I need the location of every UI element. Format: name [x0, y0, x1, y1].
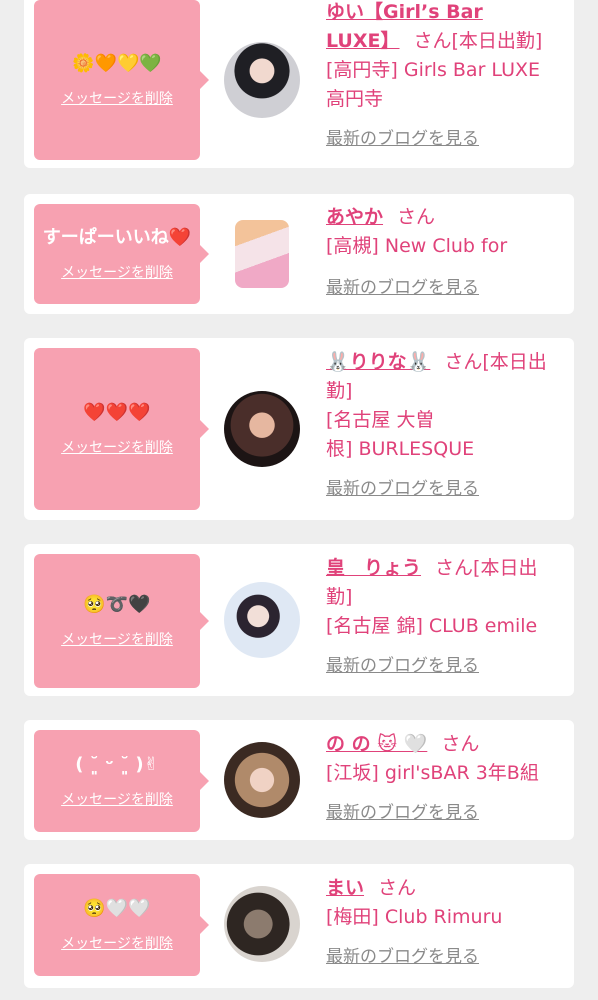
delete-message-link[interactable]: メッセージを削除	[61, 437, 173, 457]
cast-card: ❤️❤️❤️ メッセージを削除 🐰りりな🐰 さん[本日出 勤] [名古屋 大曽 根…	[24, 338, 574, 520]
message-text: ( ˘͈ ᵕ ˘͈ )✌	[75, 754, 159, 775]
avatar[interactable]	[224, 886, 300, 962]
delete-message-link[interactable]: メッセージを削除	[61, 789, 173, 809]
honorific: さん	[413, 30, 452, 52]
honorific: さん	[444, 351, 483, 373]
shop-text: [江坂] girl'sBAR 3年B組	[326, 762, 539, 784]
cast-card: すーぱーいいね❤️ メッセージを削除 あやか さん [高槻] New Club f…	[24, 194, 574, 314]
avatar[interactable]	[224, 582, 300, 658]
message-text: 🌼🧡💛💚	[72, 53, 162, 74]
honorific: さん	[397, 206, 436, 228]
avatar[interactable]	[224, 42, 300, 118]
shop-text: [名古屋 錦] CLUB emile	[326, 615, 538, 637]
cast-name-link[interactable]: あやか	[326, 206, 383, 228]
message-bubble: 🥺🤍🤍 メッセージを削除	[34, 874, 209, 976]
message-text: 🥺➰🖤	[83, 594, 151, 615]
shop-text: [高円寺] Girls Bar LUXE	[326, 59, 540, 81]
cast-name-link[interactable]: 🐰りりな🐰	[326, 351, 430, 373]
message-bubble: 🥺➰🖤 メッセージを削除	[34, 554, 209, 688]
cast-card: 🌼🧡💛💚 メッセージを削除 ゆい【Girl’s Bar LUXE】 さん[本日出勤…	[24, 0, 574, 168]
shop-text: [名古屋 大曽	[326, 409, 435, 431]
status-text-cont: 勤]	[326, 380, 353, 402]
delete-message-link[interactable]: メッセージを削除	[61, 88, 173, 108]
shop-text: [梅田] Club Rimuru	[326, 906, 503, 928]
message-text: 🥺🤍🤍	[83, 898, 151, 919]
message-bubble: すーぱーいいね❤️ メッセージを削除	[34, 204, 209, 304]
cast-card: 🥺🤍🤍 メッセージを削除 まい さん [梅田] Club Rimuru 最新のブロ…	[24, 864, 574, 988]
latest-blog-link[interactable]: 最新のブログを見る	[326, 799, 479, 828]
latest-blog-link[interactable]: 最新のブログを見る	[326, 125, 479, 154]
latest-blog-link[interactable]: 最新のブログを見る	[326, 943, 479, 972]
shop-text: [高槻] New Club for	[326, 235, 508, 257]
status-text-cont: 勤]	[326, 586, 353, 608]
message-text: ❤️❤️❤️	[83, 402, 151, 423]
latest-blog-link[interactable]: 最新のブログを見る	[326, 652, 479, 681]
status-text: [本日出勤]	[451, 30, 543, 52]
status-text: [本日出	[473, 557, 538, 579]
cast-name-link-cont[interactable]: LUXE】	[326, 30, 400, 52]
latest-blog-link[interactable]: 最新のブログを見る	[326, 475, 479, 504]
message-bubble: ❤️❤️❤️ メッセージを削除	[34, 348, 209, 510]
cast-name-link[interactable]: 皇 りょう	[326, 557, 421, 579]
shop-text-cont: 根] BURLESQUE	[326, 438, 475, 460]
honorific: さん	[441, 733, 480, 755]
status-text: [本日出	[482, 351, 547, 373]
delete-message-link[interactable]: メッセージを削除	[61, 933, 173, 953]
delete-message-link[interactable]: メッセージを削除	[61, 629, 173, 649]
delete-message-link[interactable]: メッセージを削除	[61, 262, 173, 282]
honorific: さん	[378, 877, 417, 899]
honorific: さん	[435, 557, 474, 579]
message-text: すーぱーいいね❤️	[42, 227, 192, 248]
avatar[interactable]	[235, 220, 289, 288]
cast-card: ( ˘͈ ᵕ ˘͈ )✌ メッセージを削除 の の 🐱 🤍 さん [江坂] gir…	[24, 720, 574, 840]
cast-card: 🥺➰🖤 メッセージを削除 皇 りょう さん[本日出 勤] [名古屋 錦] CLUB…	[24, 544, 574, 696]
latest-blog-link[interactable]: 最新のブログを見る	[326, 274, 479, 303]
message-bubble: ( ˘͈ ᵕ ˘͈ )✌ メッセージを削除	[34, 730, 209, 832]
cast-name-link[interactable]: まい	[326, 877, 364, 899]
shop-text-cont: 高円寺	[326, 88, 384, 110]
cast-name-link[interactable]: の の 🐱 🤍	[326, 733, 427, 755]
avatar[interactable]	[224, 742, 300, 818]
avatar[interactable]	[224, 391, 300, 467]
message-bubble: 🌼🧡💛💚 メッセージを削除	[34, 0, 209, 160]
cast-name-link[interactable]: ゆい【Girl’s Bar	[326, 1, 483, 23]
